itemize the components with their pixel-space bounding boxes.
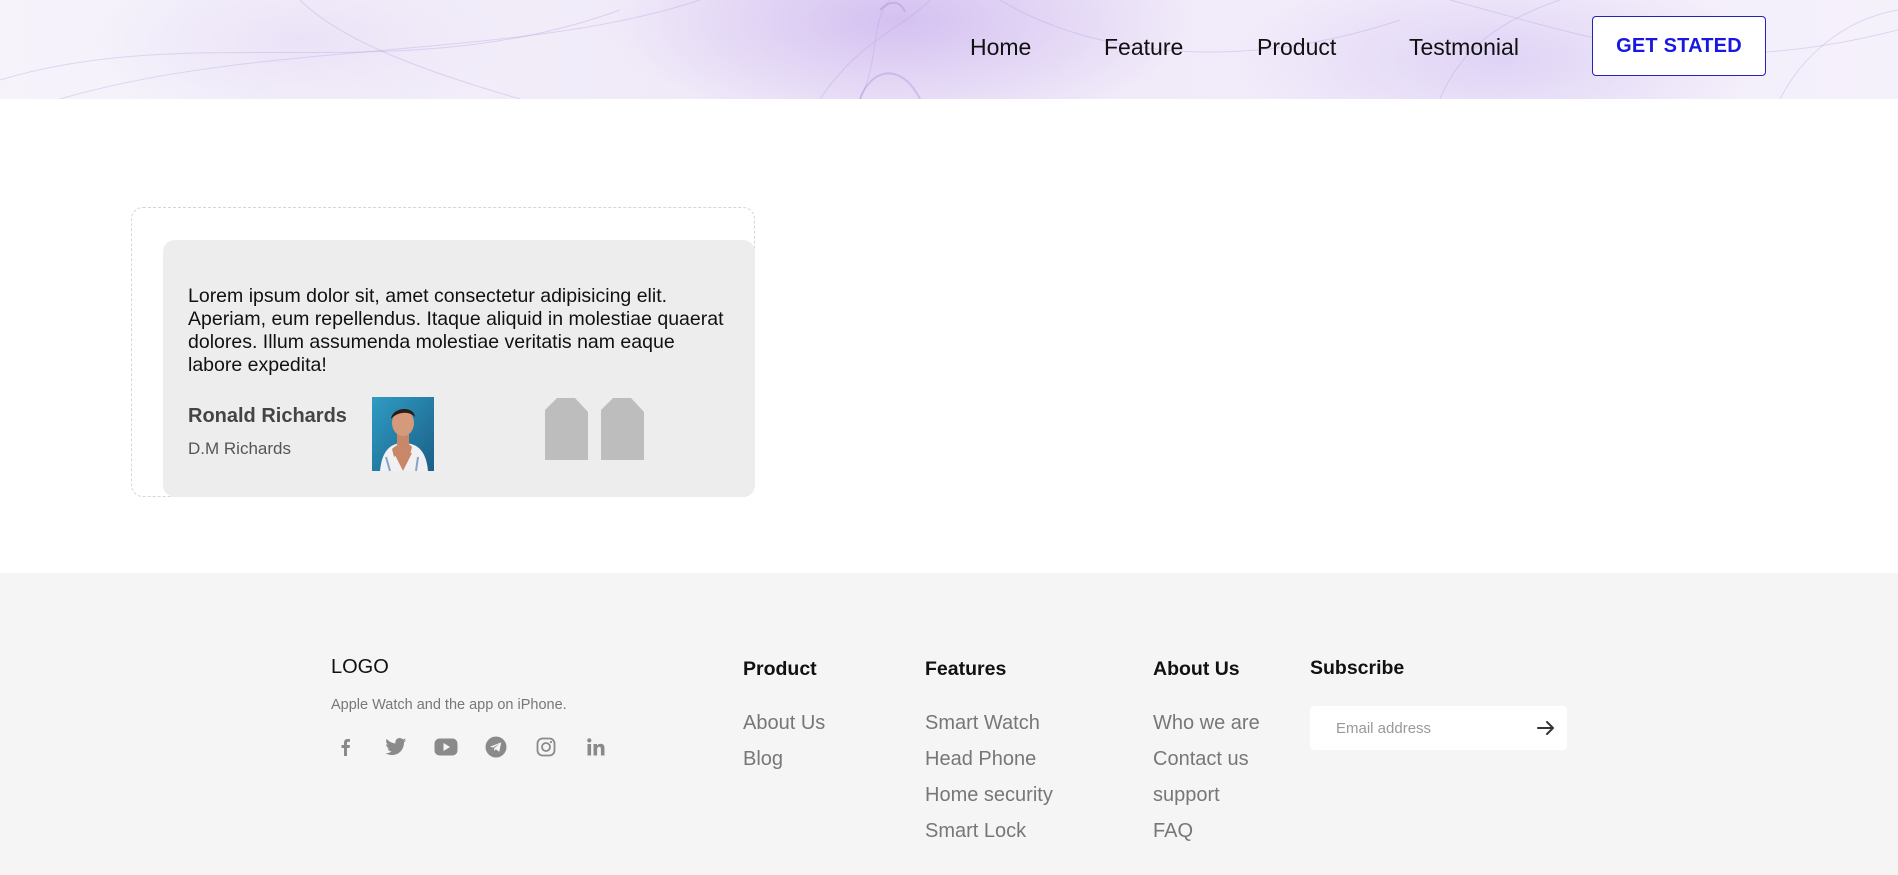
instagram-icon[interactable] (534, 735, 558, 759)
footer-link-blog[interactable]: Blog (743, 748, 783, 771)
footer-link-contact-us[interactable]: Contact us (1153, 748, 1249, 771)
get-started-button[interactable]: GET STATED (1592, 16, 1766, 76)
linkedin-icon[interactable] (584, 735, 608, 759)
testimonial-author-name: Ronald Richards (188, 405, 347, 427)
subscribe-form (1310, 706, 1567, 750)
quote-mark-icon (545, 398, 644, 460)
nav-feature-link[interactable]: Feature (1104, 34, 1183, 61)
twitter-icon[interactable] (384, 735, 408, 759)
site-header: Home Feature Product Testmonial GET STAT… (0, 0, 1898, 99)
footer-link-faq[interactable]: FAQ (1153, 820, 1193, 843)
footer-product-heading: Product (743, 658, 817, 680)
arrow-right-icon (1537, 721, 1554, 735)
footer-logo[interactable]: LOGO (331, 656, 389, 679)
footer-subscribe-heading: Subscribe (1310, 657, 1405, 679)
footer-tagline: Apple Watch and the app on iPhone. (331, 697, 567, 713)
footer-link-about-us[interactable]: About Us (743, 712, 825, 735)
footer-link-support[interactable]: support (1153, 784, 1220, 807)
email-input[interactable] (1336, 718, 1526, 738)
nav-product-link[interactable]: Product (1257, 34, 1336, 61)
footer-link-home-security[interactable]: Home security (925, 784, 1053, 807)
footer-link-who-we-are[interactable]: Who we are (1153, 712, 1260, 735)
avatar (372, 397, 434, 471)
footer-link-smart-watch[interactable]: Smart Watch (925, 712, 1040, 735)
subscribe-submit-button[interactable] (1534, 716, 1558, 740)
nav-testimonial-link[interactable]: Testmonial (1409, 34, 1519, 61)
footer-features-heading: Features (925, 658, 1007, 680)
testimonial-author-role: D.M Richards (188, 439, 291, 458)
footer-link-smart-lock[interactable]: Smart Lock (925, 820, 1026, 843)
youtube-icon[interactable] (434, 735, 458, 759)
footer-about-heading: About Us (1153, 658, 1240, 680)
telegram-icon[interactable] (484, 735, 508, 759)
facebook-icon[interactable] (334, 735, 358, 759)
testimonial-quote: Lorem ipsum dolor sit, amet consectetur … (188, 285, 724, 376)
footer-link-head-phone[interactable]: Head Phone (925, 748, 1036, 771)
nav-home-link[interactable]: Home (970, 34, 1031, 61)
